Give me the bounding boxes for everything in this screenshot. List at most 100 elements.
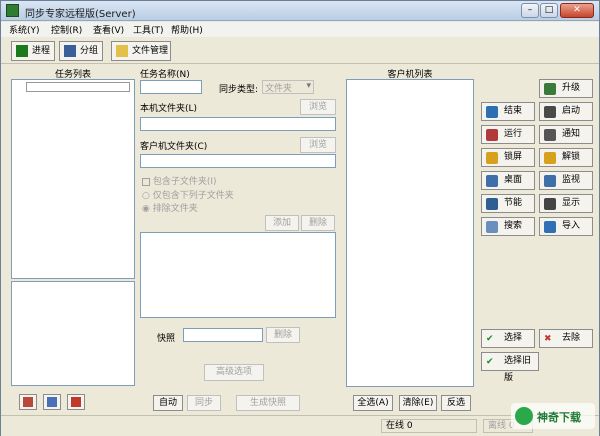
select-label: 选择 [504,333,523,343]
task-detail-list[interactable] [11,281,135,386]
menu-tools[interactable]: 工具(T) [133,23,164,36]
lock-screen-button[interactable]: 锁屏 [481,148,535,167]
process-label: 进程 [32,46,51,56]
task-list[interactable] [11,79,135,279]
check-icon: ✔ [486,357,494,367]
display-button[interactable]: 显示 [539,194,593,213]
new-task-button[interactable] [19,394,37,410]
client-list[interactable] [346,79,474,387]
task-name-label: 任务名称(N) [140,70,190,80]
sync-type-value: 文件夹 [265,84,293,94]
task-name-input[interactable] [140,80,202,94]
file-manage-button[interactable]: 文件管理 [111,41,171,61]
local-folder-input[interactable] [140,117,336,131]
search-button[interactable]: 搜索 [481,217,535,236]
notify-button[interactable]: 通知 [539,125,593,144]
upgrade-icon [544,83,556,95]
run-icon [486,129,498,141]
add-folder-button[interactable]: 添加 [265,215,299,231]
group-button[interactable]: 分组 [59,41,103,61]
menu-system[interactable]: 系统(Y) [9,23,40,36]
include-sub-checkbox[interactable]: 包含子文件夹(I) [142,174,217,187]
generate-snapshot-button[interactable]: 生成快照 [236,395,300,411]
upgrade-button[interactable]: 升级 [539,79,593,98]
run-button[interactable]: 运行 [481,125,535,144]
close-button[interactable]: ✕ [560,3,594,18]
search-label: 搜索 [504,221,523,231]
sync-type-label: 同步类型: [219,85,259,95]
client-folder-input[interactable] [140,154,336,168]
delete-task-button[interactable] [67,394,85,410]
menu-bar: 系统(Y) 控制(R) 查看(V) 工具(T) 帮助(H) [1,22,599,37]
watermark-logo-icon [515,407,533,425]
local-browse-button[interactable]: 浏览 [300,99,336,115]
process-icon [16,45,28,57]
select-old-label: 选择旧版 [504,356,532,383]
new-task-icon [23,397,33,407]
delete-folder-button[interactable]: 删除 [301,215,335,231]
include-sub-text: 包含子文件夹(I) [152,177,217,187]
status-online: 在线 0 [381,419,477,433]
monitor-icon [544,175,556,187]
copy-task-icon [47,397,57,407]
desktop-icon [486,175,498,187]
snapshot-delete-button[interactable]: 删除 [266,327,300,343]
only-include-text: 仅包含下列子文件夹 [152,191,234,201]
main-window: 同步专家远程版(Server) – □ ✕ 系统(Y) 控制(R) 查看(V) … [0,0,600,436]
cross-icon: ✖ [544,334,552,344]
monitor-button[interactable]: 监视 [539,171,593,190]
process-button[interactable]: 进程 [11,41,55,61]
title-bar: 同步专家远程版(Server) – □ ✕ [1,1,599,21]
end-label: 结束 [504,106,523,116]
end-button[interactable]: 结束 [481,102,535,121]
desktop-button[interactable]: 桌面 [481,171,535,190]
menu-control[interactable]: 控制(R) [51,23,82,36]
task-list-item[interactable] [26,82,130,92]
end-icon [486,106,498,118]
advanced-options-button[interactable]: 高级选项 [204,364,264,381]
only-include-radio[interactable]: ○ 仅包含下列子文件夹 [142,188,234,201]
search-icon [486,221,498,233]
local-folder-label: 本机文件夹(L) [140,104,198,114]
menu-help[interactable]: 帮助(H) [171,23,203,36]
remove-button[interactable]: ✖ 去除 [539,329,593,348]
client-browse-button[interactable]: 浏览 [300,137,336,153]
display-label: 显示 [562,198,581,208]
select-old-button[interactable]: ✔ 选择旧版 [481,352,539,383]
save-power-button[interactable]: 节能 [481,194,535,213]
radio-selected-icon: ◉ [142,204,150,214]
start-button[interactable]: 启动 [539,102,593,121]
snapshot-label: 快照 [157,334,176,344]
exclude-radio[interactable]: ◉ 排除文件夹 [142,201,198,214]
speaker-icon [544,129,556,141]
group-icon [64,45,76,57]
import-button[interactable]: 导入 [539,217,593,236]
maximize-button[interactable]: □ [540,3,558,18]
select-all-button[interactable]: 全选(A) [353,395,393,411]
lock-label: 锁屏 [504,152,523,162]
select-button[interactable]: ✔ 选择 [481,329,535,348]
clear-button[interactable]: 清除(E) [399,395,437,411]
sync-button[interactable]: 同步 [187,395,221,411]
minimize-button[interactable]: – [521,3,539,18]
save-power-label: 节能 [504,198,523,208]
monitor-label: 监视 [562,175,581,185]
start-label: 启动 [562,106,581,116]
subfolder-list[interactable] [140,232,336,318]
lock-icon [486,152,498,164]
auto-button[interactable]: 自动 [153,395,183,411]
delete-task-icon [71,397,81,407]
snapshot-input[interactable] [183,328,263,342]
unlock-label: 解锁 [562,152,581,162]
radio-empty-icon: ○ [142,191,150,201]
folder-icon [116,45,128,57]
checkbox-icon [142,177,150,186]
window-title: 同步专家远程版(Server) [25,9,136,20]
toolbar: 进程 分组 文件管理 [1,38,599,64]
menu-view[interactable]: 查看(V) [93,23,124,36]
unlock-button[interactable]: 解锁 [539,148,593,167]
copy-task-button[interactable] [43,394,61,410]
invert-button[interactable]: 反选 [441,395,471,411]
sync-type-select[interactable]: 文件夹 ▾ [262,80,314,94]
chevron-down-icon: ▾ [306,81,311,91]
